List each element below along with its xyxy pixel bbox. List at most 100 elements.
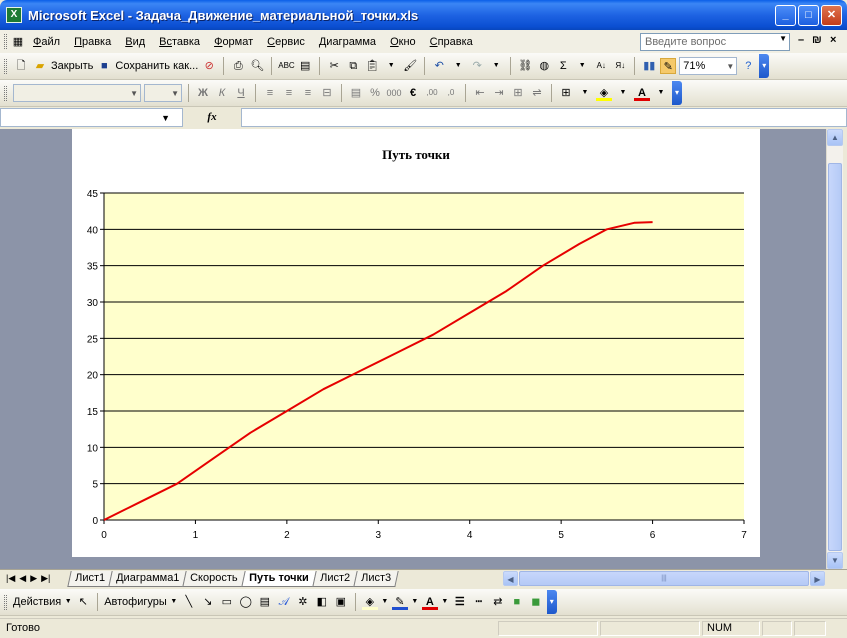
undo-icon[interactable]: ↶ xyxy=(431,58,447,74)
decrease-indent-icon[interactable]: ⇤ xyxy=(472,85,488,101)
line-color-icon[interactable]: ✎ xyxy=(391,594,408,610)
first-sheet-icon[interactable]: |◀ xyxy=(6,573,15,584)
toolbar-grip[interactable] xyxy=(4,58,7,74)
next-sheet-icon[interactable]: ▶ xyxy=(30,573,37,584)
hyperlink-icon[interactable]: ⛓︎ xyxy=(517,58,533,74)
menu-item-3[interactable]: Вставка xyxy=(152,36,207,48)
drawing-toggle-icon[interactable]: ✎ xyxy=(660,58,677,74)
font-size-select[interactable]: ▼ xyxy=(144,84,182,102)
underline-button[interactable]: Ч xyxy=(233,85,249,101)
vertical-scroll-thumb[interactable] xyxy=(828,163,842,551)
vertical-scrollbar[interactable]: ▲ ▼ xyxy=(826,129,843,569)
maximize-button[interactable]: □ xyxy=(798,5,819,26)
redo-dropdown-icon[interactable]: ▼ xyxy=(488,58,504,74)
clipart-icon[interactable]: ◧ xyxy=(314,594,330,610)
menu-item-5[interactable]: Сервис xyxy=(260,36,312,48)
font-color-dropdown-icon[interactable]: ▼ xyxy=(653,85,669,101)
horizontal-scroll-thumb[interactable]: ||| xyxy=(519,571,809,586)
picture-icon[interactable]: ▣ xyxy=(333,594,349,610)
toolbar-options-icon[interactable]: ▾ xyxy=(759,54,770,78)
thousands-button[interactable]: 000 xyxy=(386,85,402,101)
sheet-tab[interactable]: Диаграмма1 xyxy=(108,570,188,587)
help-icon[interactable]: ? xyxy=(740,58,756,74)
align-right-icon[interactable]: ≡ xyxy=(300,85,316,101)
increase-decimal-icon[interactable]: ,00 xyxy=(424,85,440,101)
arrow-style-icon[interactable]: ⇄ xyxy=(490,594,506,610)
print-preview-icon[interactable]: 🔍︎ xyxy=(249,58,265,74)
wrap-icon[interactable]: ⊞ xyxy=(510,85,526,101)
fill-dropdown-icon[interactable]: ▼ xyxy=(381,594,389,610)
align-left-icon[interactable]: ≡ xyxy=(262,85,278,101)
save-icon[interactable]: ■ xyxy=(96,58,112,74)
autosum-icon[interactable]: Σ xyxy=(555,58,571,74)
formula-input[interactable] xyxy=(241,108,847,127)
spelling-icon[interactable]: ABC xyxy=(278,58,294,74)
menu-item-0[interactable]: Файл xyxy=(26,36,67,48)
fill-color-icon[interactable]: ◈ xyxy=(596,85,612,101)
plot-area[interactable] xyxy=(104,193,744,520)
menu-item-2[interactable]: Вид xyxy=(118,36,152,48)
chart-wizard-icon[interactable]: ▮▮ xyxy=(641,58,657,74)
sheet-tab[interactable]: Путь точки xyxy=(241,570,317,587)
wordart-icon[interactable]: 𝒜 xyxy=(276,594,292,610)
permission-icon[interactable]: ⊘ xyxy=(201,58,217,74)
euro-button[interactable]: € xyxy=(405,85,421,101)
redo-icon[interactable]: ↷ xyxy=(469,58,485,74)
sheet-tab[interactable]: Лист2 xyxy=(311,570,358,587)
document-icon[interactable]: ▦ xyxy=(10,34,26,50)
copy-icon[interactable]: ⧉ xyxy=(345,58,361,74)
line-style-icon[interactable]: ☰ xyxy=(452,594,468,610)
rectangle-icon[interactable]: ▭ xyxy=(219,594,235,610)
select-pointer-icon[interactable]: ↖ xyxy=(75,594,91,610)
scroll-right-button[interactable]: ▶ xyxy=(810,571,825,586)
oval-icon[interactable]: ◯ xyxy=(238,594,254,610)
orientation-icon[interactable]: ⇌ xyxy=(529,85,545,101)
chart-svg[interactable]: 0510152025303540450 1 2 3 4 5 6 7Путь точки xyxy=(72,129,760,557)
align-center-icon[interactable]: ≡ xyxy=(281,85,297,101)
actions-dropdown-icon[interactable]: ▼ xyxy=(64,594,72,610)
sheet-tab[interactable]: Скорость xyxy=(182,570,246,587)
print-icon[interactable]: ⎙ xyxy=(230,58,246,74)
line-icon[interactable]: ╲ xyxy=(181,594,197,610)
undo-dropdown-icon[interactable]: ▼ xyxy=(450,58,466,74)
zoom-select[interactable]: 71% ▼ xyxy=(679,57,738,75)
minimize-button[interactable]: _ xyxy=(775,5,796,26)
doc-restore-button[interactable]: ₪ xyxy=(812,34,822,46)
diagram-icon[interactable]: ✲ xyxy=(295,594,311,610)
research-icon[interactable]: ▤ xyxy=(297,58,313,74)
menu-item-8[interactable]: Справка xyxy=(423,36,480,48)
3d-icon[interactable]: ◼ xyxy=(528,594,544,610)
shadow-icon[interactable]: ■ xyxy=(509,594,525,610)
toolbar-grip[interactable] xyxy=(4,85,7,101)
toolbar-options-icon[interactable]: ▾ xyxy=(672,81,682,105)
menu-item-7[interactable]: Окно xyxy=(383,36,423,48)
doc-close-button[interactable]: × xyxy=(830,34,836,46)
borders-icon[interactable]: ⊞ xyxy=(558,85,574,101)
cut-icon[interactable]: ✂ xyxy=(326,58,342,74)
menu-item-1[interactable]: Правка xyxy=(67,36,118,48)
increase-indent-icon[interactable]: ⇥ xyxy=(491,85,507,101)
insert-function-button[interactable]: fx xyxy=(183,108,241,127)
scroll-down-button[interactable]: ▼ xyxy=(827,552,843,569)
chart-title[interactable]: Путь точки xyxy=(382,147,450,162)
bold-button[interactable]: Ж xyxy=(195,85,211,101)
dash-style-icon[interactable]: ┅ xyxy=(471,594,487,610)
borders-dropdown-icon[interactable]: ▼ xyxy=(577,85,593,101)
sort-ascending-icon[interactable]: A↓ xyxy=(593,58,609,74)
merge-center-icon[interactable]: ⊟ xyxy=(319,85,335,101)
fill-color-dropdown-icon[interactable]: ▼ xyxy=(615,85,631,101)
sheet-tab[interactable]: Лист3 xyxy=(352,570,399,587)
font-color-button[interactable]: A xyxy=(634,85,650,101)
autoshapes-dropdown-icon[interactable]: ▼ xyxy=(170,594,178,610)
sheet-tab[interactable]: Лист1 xyxy=(67,570,113,587)
close-button[interactable]: Закрыть xyxy=(51,60,93,72)
close-window-button[interactable]: ✕ xyxy=(821,5,842,26)
toolbar-options-icon[interactable]: ▾ xyxy=(546,590,557,614)
prev-sheet-icon[interactable]: ◀ xyxy=(19,573,26,584)
italic-button[interactable]: К xyxy=(214,85,230,101)
fill-color-icon[interactable]: ◈ xyxy=(361,594,378,610)
font-color-dropdown-icon[interactable]: ▼ xyxy=(441,594,449,610)
menu-item-4[interactable]: Формат xyxy=(207,36,260,48)
actions-menu[interactable]: Действия xyxy=(13,596,61,608)
paste-dropdown-icon[interactable]: ▼ xyxy=(383,58,399,74)
